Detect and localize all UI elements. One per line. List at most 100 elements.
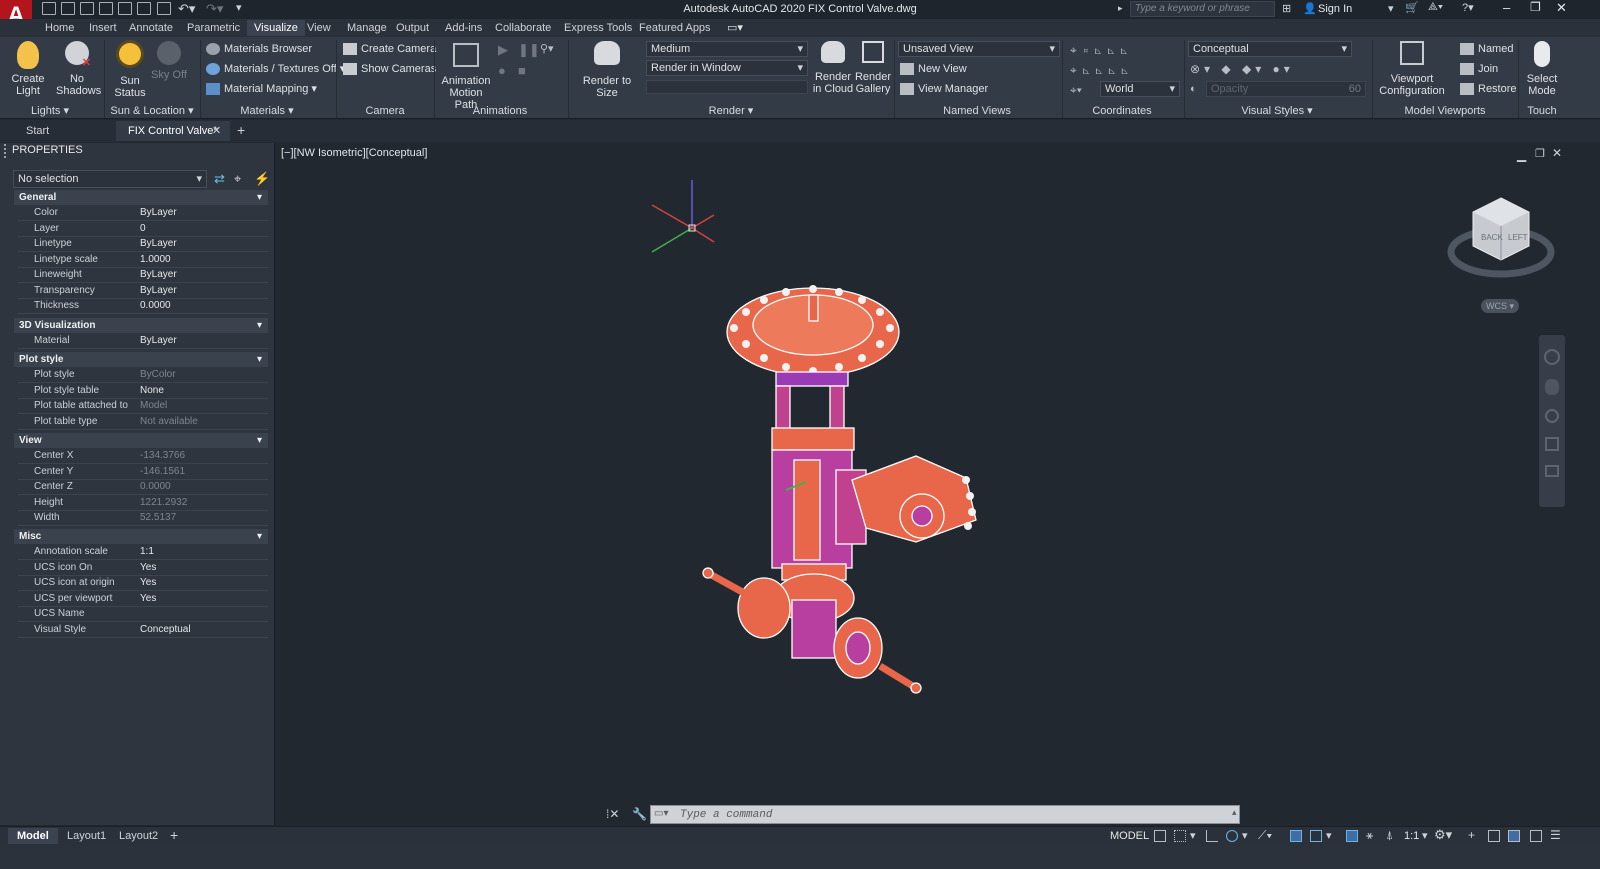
layout-tab-model[interactable]: Model [8, 828, 58, 844]
property-row[interactable]: Lineweight ByLayer [18, 268, 268, 283]
customize-wrench-icon[interactable]: 🔧 [632, 807, 647, 821]
property-row[interactable]: Linetype ByLayer [18, 237, 268, 252]
property-row[interactable]: Color ByLayer [18, 206, 268, 221]
close-tab-icon[interactable]: ✕ [212, 124, 221, 137]
ucs-select[interactable]: World [1100, 81, 1180, 97]
close-icon[interactable]: ✕ [1556, 0, 1567, 16]
section-viz[interactable]: 3D Visualization [14, 318, 268, 333]
render-to-size-button[interactable]: Render to Size [574, 41, 640, 99]
opacity-icon[interactable]: ◐ [1190, 83, 1197, 95]
tab-view[interactable]: View [300, 20, 338, 36]
property-value[interactable]: Model [140, 400, 167, 411]
command-line-grip-icon[interactable]: ⁞✕ [606, 807, 619, 821]
property-value[interactable]: ByLayer [140, 285, 177, 296]
property-value[interactable]: -146.1561 [140, 466, 185, 477]
materials-textures-button[interactable]: Materials / Textures Off ▾ [206, 61, 345, 77]
property-value[interactable]: 1.0000 [140, 254, 171, 265]
cart-icon[interactable]: 🛒 [1405, 1, 1419, 14]
property-value[interactable]: 0 [140, 223, 146, 234]
no-shadows-button[interactable]: ✕ No Shadows [56, 41, 101, 97]
toggle-pickadd-icon[interactable]: ⇄ [214, 171, 225, 187]
visual-style-tools[interactable]: ⊗▾ ◆ ◆▾ ●▾ [1190, 62, 1294, 76]
command-history-icon[interactable]: ▭▾ [654, 808, 668, 819]
named-view-select[interactable]: Unsaved View [898, 41, 1060, 57]
join-viewports-button[interactable]: Join [1460, 61, 1498, 77]
plus-annotation-icon[interactable]: + [1468, 828, 1475, 842]
property-row[interactable]: Material ByLayer [18, 334, 268, 349]
zoom-icon[interactable] [1545, 409, 1559, 423]
autodesk-app-icon[interactable]: ⟁▾ [1428, 1, 1443, 14]
property-row[interactable]: UCS icon at origin Yes [18, 576, 268, 591]
property-row[interactable]: Layer 0 [18, 222, 268, 237]
create-camera-button[interactable]: Create Camera [343, 41, 436, 57]
add-layout-icon[interactable]: + [170, 827, 178, 843]
section-general[interactable]: General [14, 190, 268, 205]
record-icon[interactable]: ● [498, 63, 506, 78]
render-quality-select[interactable]: Medium [646, 41, 808, 57]
pause-icon[interactable]: ❚❚ [518, 42, 540, 58]
play-icon[interactable]: ▶ [498, 42, 508, 58]
help-icon[interactable]: ?▾ [1462, 1, 1474, 14]
orbit-icon[interactable] [1545, 437, 1559, 451]
wcs-menu-button[interactable]: WCS ▾ [1481, 299, 1519, 313]
polar-dropdown-icon[interactable]: ▾ [1242, 829, 1248, 842]
tab-annotate[interactable]: Annotate [122, 20, 180, 36]
viewport-controls-label[interactable]: [−][NW Isometric][Conceptual] [281, 147, 427, 159]
property-row[interactable]: Linetype scale 1.0000 [18, 253, 268, 268]
new-tab-icon[interactable]: + [237, 122, 245, 138]
property-row[interactable]: Center Z 0.0000 [18, 480, 268, 495]
property-value[interactable]: 52.5137 [140, 512, 176, 523]
property-row[interactable]: Annotation scale 1:1 [18, 545, 268, 560]
property-row[interactable]: UCS per viewport Yes [18, 592, 268, 607]
property-value[interactable]: 0.0000 [140, 481, 171, 492]
palette-grip-icon[interactable] [4, 144, 8, 158]
sky-off-button[interactable]: Sky Off [150, 41, 188, 81]
property-row[interactable]: Center Y -146.1561 [18, 465, 268, 480]
materials-browser-button[interactable]: Materials Browser [206, 41, 312, 57]
layout-tab-layout2[interactable]: Layout2 [110, 828, 167, 844]
create-light-button[interactable]: Create Light [8, 41, 48, 97]
sign-in-link[interactable]: Sign In [1318, 3, 1352, 15]
property-value[interactable]: ByLayer [140, 207, 177, 218]
restore-viewports-button[interactable]: Restore [1460, 81, 1517, 97]
property-value[interactable]: Conceptual [140, 624, 191, 635]
property-value[interactable]: Yes [140, 562, 156, 573]
customization-menu-icon[interactable]: ☰ [1550, 828, 1561, 842]
viewport-configuration-button[interactable]: Viewport Configuration [1376, 41, 1448, 97]
panel-materials-title[interactable]: Materials ▾ [200, 104, 334, 118]
tab-parametric[interactable]: Parametric [180, 20, 247, 36]
layout-tab-layout1[interactable]: Layout1 [58, 828, 115, 844]
property-row[interactable]: Visual Style Conceptual [18, 623, 268, 638]
show-cameras-button[interactable]: Show Cameras [343, 61, 436, 77]
animation-motion-path-button[interactable]: Animation Motion Path [438, 41, 494, 111]
scale-dropdown-icon[interactable]: ▾ [1422, 829, 1428, 842]
property-value[interactable]: 1:1 [140, 546, 154, 557]
property-row[interactable]: Plot style table None [18, 384, 268, 399]
section-plot[interactable]: Plot style [14, 352, 268, 367]
property-row[interactable]: UCS Name [18, 607, 268, 622]
render-gallery-button[interactable]: Render Gallery [854, 41, 892, 95]
viewcube[interactable]: BACK LEFT [1447, 197, 1555, 278]
minimize-icon[interactable]: – [1503, 0, 1510, 15]
tab-visualize[interactable]: Visualize [247, 20, 305, 36]
section-view[interactable]: View [14, 433, 268, 448]
property-row[interactable]: Thickness 0.0000 [18, 299, 268, 314]
named-viewports-button[interactable]: Named [1460, 41, 1513, 57]
property-row[interactable]: UCS icon On Yes [18, 561, 268, 576]
visual-style-select[interactable]: Conceptual [1188, 41, 1352, 57]
panel-render-title[interactable]: Render ▾ [568, 104, 894, 118]
tab-express-tools[interactable]: Express Tools [557, 20, 639, 36]
property-value[interactable]: Not available [140, 416, 198, 427]
expand-search-icon[interactable]: ▸ [1118, 3, 1123, 14]
property-row[interactable]: Center X -134.3766 [18, 449, 268, 464]
restore-icon[interactable]: ❐ [1530, 0, 1541, 14]
ortho-icon[interactable] [1206, 830, 1218, 842]
isolate-objects-icon[interactable] [1488, 830, 1500, 842]
binoculars-icon[interactable]: ⊞ [1282, 2, 1291, 15]
ucs-tools-row2[interactable]: ⌖⊾⊾⊾⊾ [1070, 63, 1134, 78]
property-row[interactable]: Height 1221.2932 [18, 496, 268, 511]
annotation-scale-icon[interactable]: ⍋ [1386, 828, 1393, 843]
model-space-button[interactable]: MODEL [1110, 830, 1149, 842]
quick-select-icon[interactable]: ⚡ [254, 171, 270, 187]
showmotion-icon[interactable] [1545, 465, 1559, 477]
